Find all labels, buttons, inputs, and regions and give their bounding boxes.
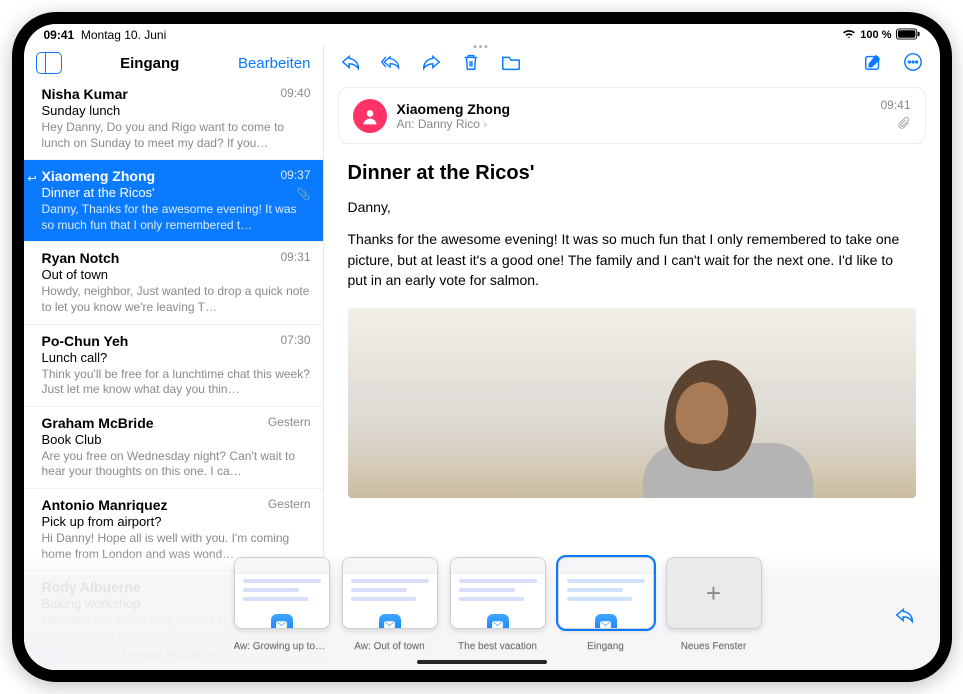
window-caption: The best vacation: [450, 641, 546, 652]
subject: Book Club: [42, 432, 311, 447]
sender: Ryan Notch: [42, 250, 120, 266]
preview: Are you free on Wednesday night? Can't w…: [42, 449, 311, 480]
status-bar: 09:41 Montag 10. Juni ••• 100 %: [24, 24, 940, 46]
time: 09:40: [280, 86, 310, 102]
message-toolbar: [324, 46, 940, 81]
time: 09:31: [280, 250, 310, 266]
shelf-window[interactable]: The best vacation: [450, 557, 546, 652]
message-subject: Dinner at the Ricos': [324, 144, 940, 193]
preview: Danny, Thanks for the awesome evening! I…: [42, 202, 311, 233]
replied-icon: ↩: [28, 172, 37, 185]
attachment-icon: 📎: [297, 188, 311, 201]
sender: Antonio Manriquez: [42, 497, 168, 513]
subject: Lunch call?: [42, 350, 311, 365]
message-time: 09:41: [880, 98, 910, 112]
mail-badge-icon: [487, 614, 509, 629]
mail-badge-icon: [595, 614, 617, 629]
preview: Howdy, neighbor, Just wanted to drop a q…: [42, 284, 311, 315]
message-row[interactable]: Po-Chun Yeh 07:30Lunch call? Think you'll …: [24, 325, 323, 407]
battery-percent: 100 %: [860, 29, 891, 41]
time: Gestern: [268, 497, 311, 513]
forward-icon[interactable]: [420, 52, 442, 77]
sender: Po-Chun Yeh: [42, 333, 129, 349]
window-caption: Eingang: [558, 641, 654, 652]
subject: Dinner at the Ricos': [42, 185, 311, 200]
message-row[interactable]: ↩ Xiaomeng Zhong 09:37Dinner at the Ricos'…: [24, 160, 323, 242]
more-icon[interactable]: [902, 52, 924, 77]
attachment-icon: [880, 116, 910, 133]
from-name: Xiaomeng Zhong: [397, 101, 871, 117]
time: Gestern: [268, 415, 311, 431]
shelf-window[interactable]: Eingang: [558, 557, 654, 652]
reply-icon[interactable]: [340, 52, 362, 77]
window-caption: Aw: Out of town: [342, 641, 438, 652]
header-meta: 09:41: [880, 98, 910, 133]
window-caption: Neues Fenster: [666, 641, 762, 652]
sender-avatar[interactable]: [353, 99, 387, 133]
new-window-button[interactable]: + Neues Fenster: [666, 557, 762, 652]
app-shelf[interactable]: Aw: Growing up too fast Aw: Out of town Th…: [24, 552, 940, 670]
status-time: 09:41: [44, 28, 75, 42]
message-row[interactable]: Nisha Kumar 09:40Sunday lunch Hey Danny, D…: [24, 78, 323, 160]
main-split: Eingang Bearbeiten Nisha Kumar 09:40Sunda…: [24, 46, 940, 670]
status-date: Montag 10. Juni: [81, 28, 166, 42]
subject: Pick up from airport?: [42, 514, 311, 529]
compose-icon[interactable]: [862, 52, 884, 77]
move-icon[interactable]: [500, 52, 522, 77]
sidebar-toggle-icon[interactable]: [36, 52, 62, 74]
preview: Think you'll be free for a lunchtime cha…: [42, 367, 311, 398]
message-row[interactable]: Graham McBride GesternBook Club Are you fr…: [24, 407, 323, 489]
ipad-frame: 09:41 Montag 10. Juni ••• 100 % Eingang: [12, 12, 952, 682]
message-body: Danny, Thanks for the awesome evening! I…: [324, 193, 940, 302]
header-text: Xiaomeng Zhong An: Danny Rico ›: [397, 101, 871, 131]
status-right: 100 %: [842, 28, 919, 43]
preview: Hey Danny, Do you and Rigo want to come …: [42, 120, 311, 151]
shelf-window[interactable]: Aw: Growing up too fast: [234, 557, 330, 652]
mail-badge-icon: [271, 614, 293, 629]
reply-all-icon[interactable]: [380, 52, 402, 77]
trash-icon[interactable]: [460, 52, 482, 77]
time: 09:37: [280, 168, 310, 184]
wifi-icon: [842, 28, 856, 42]
message-row[interactable]: Ryan Notch 09:31Out of town Howdy, neighbo…: [24, 242, 323, 324]
greeting: Danny,: [348, 197, 916, 217]
window-caption: Aw: Growing up too fast: [234, 641, 330, 652]
body-text: Thanks for the awesome evening! It was s…: [348, 229, 916, 290]
mailbox-title: Eingang: [70, 55, 230, 72]
battery-icon: [896, 28, 920, 43]
sender: Graham McBride: [42, 415, 154, 431]
edit-button[interactable]: Bearbeiten: [238, 55, 311, 72]
to-line[interactable]: An: Danny Rico ›: [397, 117, 871, 131]
sidebar-header: Eingang Bearbeiten: [24, 46, 323, 78]
screen: 09:41 Montag 10. Juni ••• 100 % Eingang: [24, 24, 940, 670]
plus-icon: +: [706, 578, 721, 609]
sender: Xiaomeng Zhong: [42, 168, 156, 184]
message-image[interactable]: [348, 308, 916, 498]
home-indicator[interactable]: [417, 660, 547, 664]
shelf-reply-icon[interactable]: [894, 605, 916, 630]
message-header[interactable]: Xiaomeng Zhong An: Danny Rico › 09:41: [338, 87, 926, 144]
sender: Nisha Kumar: [42, 86, 128, 102]
subject: Sunday lunch: [42, 103, 311, 118]
time: 07:30: [280, 333, 310, 349]
shelf-window[interactable]: Aw: Out of town: [342, 557, 438, 652]
mail-badge-icon: [379, 614, 401, 629]
subject: Out of town: [42, 267, 311, 282]
chevron-right-icon: ›: [483, 117, 487, 131]
status-left: 09:41 Montag 10. Juni: [44, 28, 167, 42]
